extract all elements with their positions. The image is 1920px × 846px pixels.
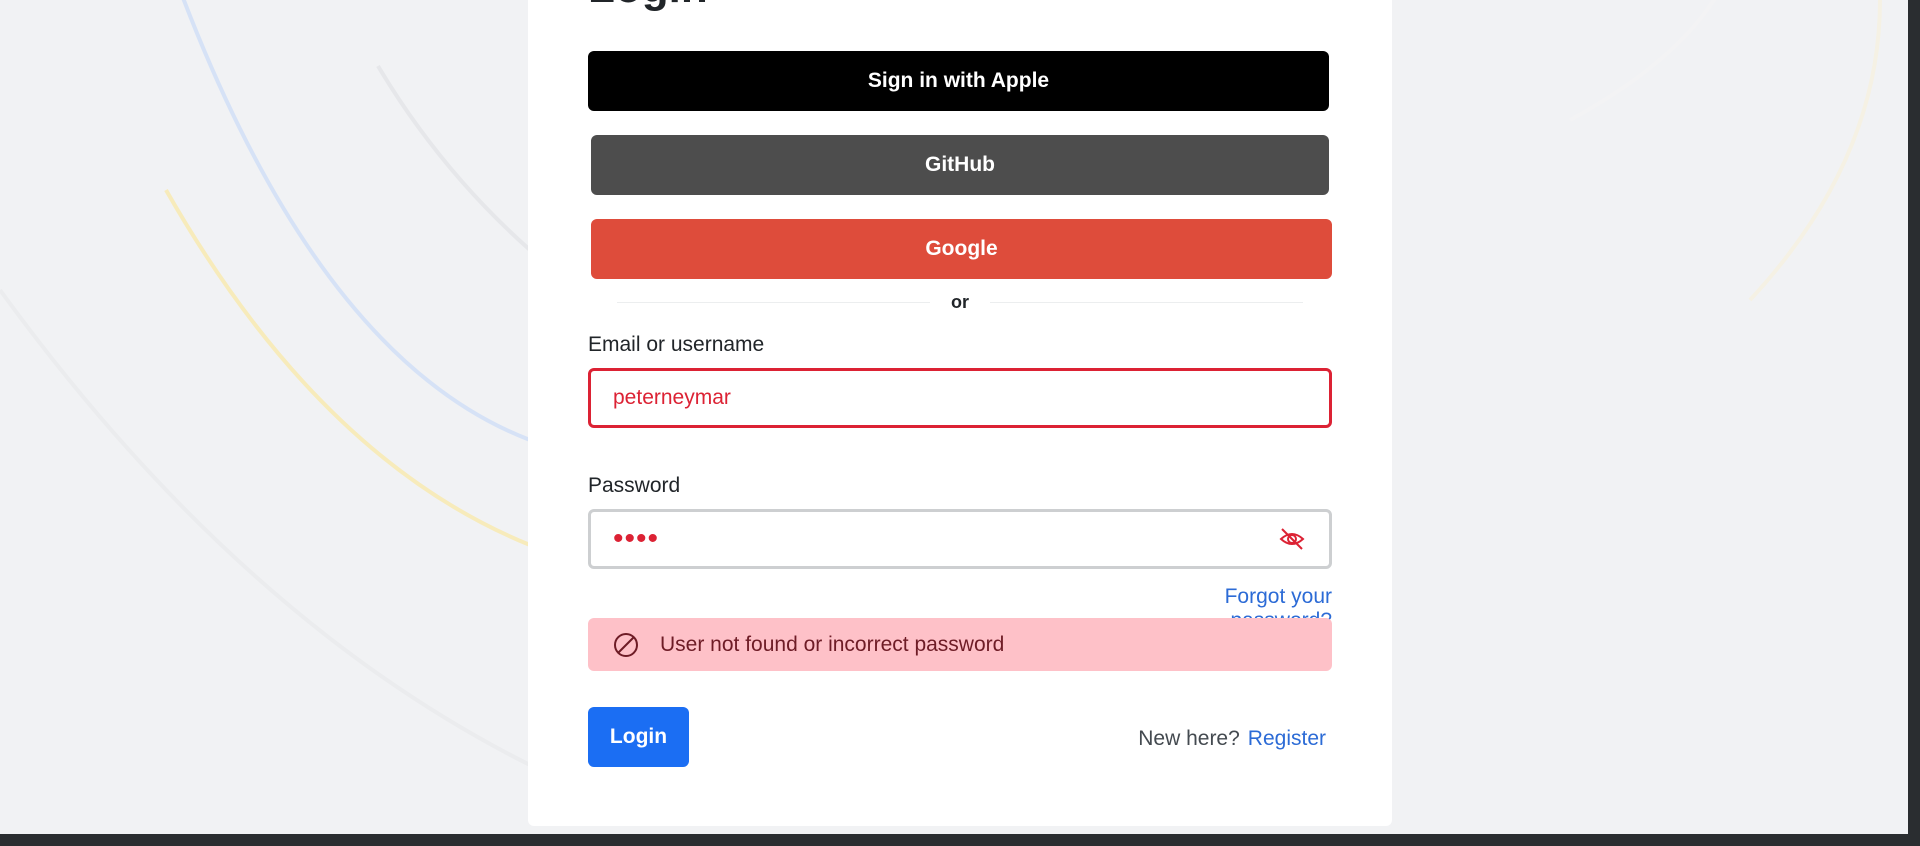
page-title: Login [588, 0, 708, 10]
email-label: Email or username [588, 333, 765, 356]
eye-slash-icon[interactable] [1278, 527, 1306, 551]
sign-in-github-button[interactable]: GitHub [591, 135, 1329, 195]
sign-in-apple-button[interactable]: Sign in with Apple [588, 51, 1329, 111]
password-value: •••• [613, 522, 660, 555]
register-link[interactable]: Register [1248, 727, 1326, 750]
scrollbar[interactable] [1908, 0, 1920, 846]
ban-icon [614, 632, 638, 657]
email-value: peterneymar [613, 386, 731, 409]
email-field[interactable]: peterneymar [588, 368, 1332, 428]
register-prompt: New here? Register [1100, 727, 1326, 751]
login-button[interactable]: Login [588, 707, 689, 767]
error-message: User not found or incorrect password [660, 632, 1005, 656]
password-field[interactable]: •••• [588, 509, 1332, 569]
sign-in-google-button[interactable]: Google [591, 219, 1332, 279]
new-here-text: New here? [1138, 727, 1240, 750]
error-alert: User not found or incorrect password [588, 618, 1332, 671]
password-label: Password [588, 474, 681, 497]
bottom-bar [0, 834, 1920, 846]
divider-or: or [930, 292, 990, 316]
